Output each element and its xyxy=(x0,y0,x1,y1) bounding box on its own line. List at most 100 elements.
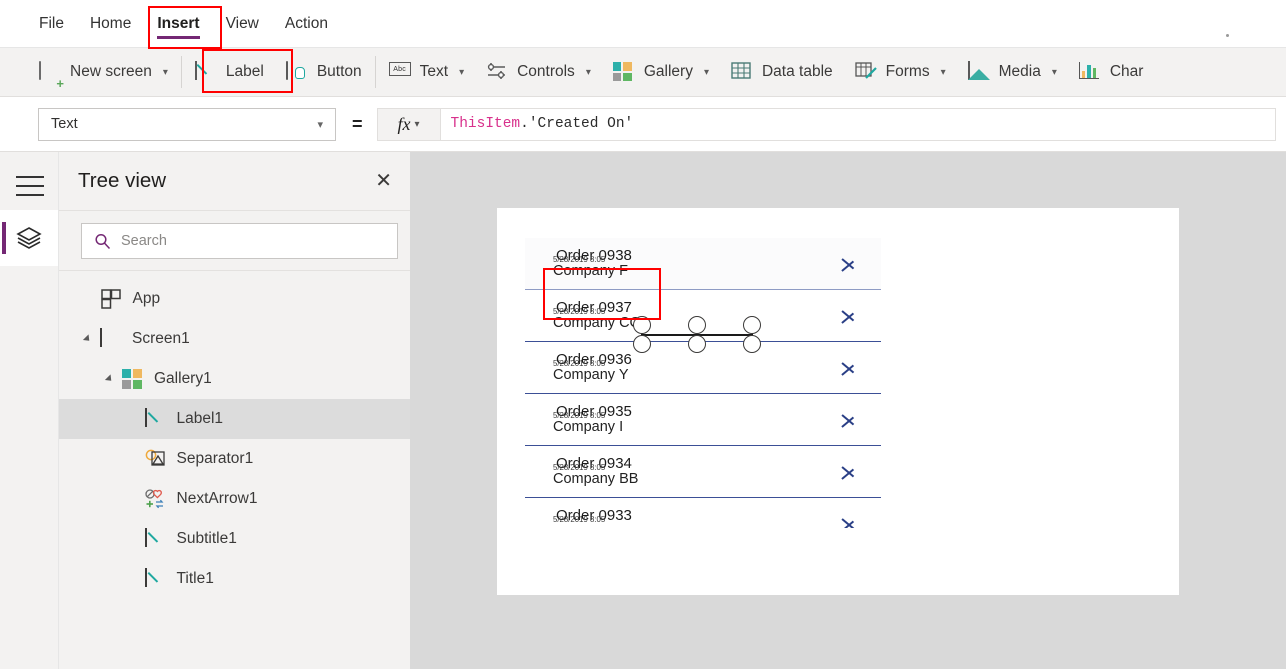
fx-button[interactable]: fx ▾ xyxy=(376,107,440,141)
expander-icon[interactable] xyxy=(82,334,93,344)
fx-label: fx xyxy=(397,113,411,134)
tree-node-subtitle1[interactable]: Subtitle1 xyxy=(59,519,410,559)
tree-node-label: App xyxy=(132,290,161,307)
row-created-on: 5/28/2019 8:05 xyxy=(553,514,606,524)
ribbon-label: Label xyxy=(225,63,264,80)
ribbon-label: Forms xyxy=(885,63,930,80)
ribbon-gallery[interactable]: Gallery ▾ xyxy=(602,48,720,97)
ribbon-label: Media xyxy=(998,63,1041,80)
chevron-down-icon: ▾ xyxy=(317,118,323,131)
tree-node-list: App Screen1 Gallery1 Label1 Separator1 N… xyxy=(59,271,410,599)
next-arrow-icon[interactable] xyxy=(842,460,857,484)
formula-bar: Text ▾ = fx ▾ ThisItem .'Created On' xyxy=(0,97,1286,152)
ribbon-controls[interactable]: Controls ▾ xyxy=(475,48,602,97)
tree-node-separator1[interactable]: Separator1 xyxy=(59,439,410,479)
menu-item-insert[interactable]: Insert xyxy=(144,0,212,48)
button-icon xyxy=(285,61,308,82)
formula-token-object: ThisItem xyxy=(450,116,521,132)
tree-node-label1[interactable]: Label1 xyxy=(59,399,410,439)
close-icon[interactable]: ✕ xyxy=(375,171,392,191)
gallery-row[interactable]: Order 0933 5/28/2019 8:05 xyxy=(525,498,881,528)
insert-ribbon: New screen ▾ Label Button Abc Text ▾ Con… xyxy=(0,48,1286,97)
app-screen-canvas[interactable]: Order 0938 5/28/2019 8:05 Company F Orde… xyxy=(497,208,1179,595)
next-arrow-icon[interactable] xyxy=(842,408,857,432)
ribbon-label: Controls xyxy=(517,63,575,80)
ribbon-label: Data table xyxy=(761,63,833,80)
next-arrow-icon[interactable] xyxy=(842,356,857,380)
ribbon-label-button[interactable]: Label xyxy=(184,48,275,97)
search-box[interactable] xyxy=(81,223,398,259)
ribbon-data-table[interactable]: Data table xyxy=(720,48,844,97)
tree-node-gallery1[interactable]: Gallery1 xyxy=(59,359,410,399)
row-subtitle: Company I xyxy=(553,419,624,435)
menu-item-view[interactable]: View xyxy=(213,0,272,48)
gallery-row[interactable]: Order 0936 5/28/2019 8:05 Company Y xyxy=(525,342,881,394)
ribbon-charts[interactable]: Char xyxy=(1068,48,1155,97)
label-icon xyxy=(144,568,167,589)
tree-node-label: Gallery1 xyxy=(154,370,212,387)
ribbon-media[interactable]: Media ▾ xyxy=(957,48,1068,97)
expander-icon[interactable] xyxy=(104,374,115,384)
ribbon-button-button[interactable]: Button xyxy=(275,48,373,97)
chevron-down-icon: ▾ xyxy=(585,66,591,78)
menu-item-home[interactable]: Home xyxy=(77,0,144,48)
tree-node-nextarrow1[interactable]: NextArrow1 xyxy=(59,479,410,519)
layers-panel-button[interactable] xyxy=(0,210,58,266)
gallery-control[interactable]: Order 0938 5/28/2019 8:05 Company F Orde… xyxy=(525,238,881,528)
menu-item-label: View xyxy=(225,14,259,32)
media-image-icon xyxy=(967,61,990,82)
gallery-row[interactable]: Order 0937 5/28/2019 8:05 Company CC xyxy=(525,290,881,342)
layers-icon xyxy=(16,227,42,249)
property-select[interactable]: Text ▾ xyxy=(38,107,336,141)
app-icon xyxy=(100,289,123,309)
tree-node-app[interactable]: App xyxy=(59,279,410,319)
ribbon-label: Char xyxy=(1109,63,1144,80)
menu-item-file[interactable]: File xyxy=(26,0,77,48)
gallery-row[interactable]: Order 0938 5/28/2019 8:05 Company F xyxy=(525,238,881,290)
tree-node-screen1[interactable]: Screen1 xyxy=(59,319,410,359)
search-container xyxy=(59,211,410,271)
left-rail xyxy=(0,152,59,669)
ribbon-new-screen[interactable]: New screen ▾ xyxy=(28,48,179,97)
chevron-down-icon: ▾ xyxy=(940,66,946,78)
ribbon-text[interactable]: Abc Text ▾ xyxy=(378,48,475,97)
menu-item-action[interactable]: Action xyxy=(272,0,341,48)
next-arrow-icon[interactable] xyxy=(842,252,857,276)
gallery-row[interactable]: Order 0934 5/28/2019 8:05 Company BB xyxy=(525,446,881,498)
ribbon-label: New screen xyxy=(70,63,152,80)
chart-bars-icon xyxy=(1078,62,1101,82)
text-abc-icon: Abc xyxy=(388,62,411,82)
row-subtitle: Company Y xyxy=(553,367,629,383)
formula-input[interactable]: ThisItem .'Created On' xyxy=(439,107,1276,141)
next-arrow-icon[interactable] xyxy=(842,304,857,328)
canvas-area[interactable]: Order 0938 5/28/2019 8:05 Company F Orde… xyxy=(411,152,1286,669)
gallery-row[interactable]: Order 0935 5/28/2019 8:05 Company I xyxy=(525,394,881,446)
search-input[interactable] xyxy=(121,233,385,249)
overflow-dot-icon xyxy=(1226,34,1229,37)
menu-item-label: File xyxy=(39,14,64,32)
gallery-grid-icon xyxy=(612,62,635,82)
row-subtitle: Company F xyxy=(553,263,628,279)
tree-node-label: Screen1 xyxy=(132,330,190,347)
data-table-icon xyxy=(731,62,753,82)
property-select-value: Text xyxy=(51,116,78,132)
controls-sliders-icon xyxy=(486,62,508,82)
menu-item-label: Home xyxy=(89,14,132,32)
new-screen-icon xyxy=(39,61,61,82)
next-arrow-icon[interactable] xyxy=(842,512,857,528)
tree-node-label: Subtitle1 xyxy=(176,530,237,547)
tree-node-title1[interactable]: Title1 xyxy=(59,559,410,599)
chevron-down-icon: ▾ xyxy=(459,66,465,78)
hamburger-menu-icon[interactable] xyxy=(16,176,44,196)
ribbon-forms[interactable]: Forms ▾ xyxy=(844,48,957,97)
ribbon-label: Text xyxy=(419,63,449,80)
tree-node-label: Label1 xyxy=(176,410,224,427)
formula-token-property: .'Created On' xyxy=(520,116,634,132)
chevron-down-icon: ▾ xyxy=(1051,66,1057,78)
